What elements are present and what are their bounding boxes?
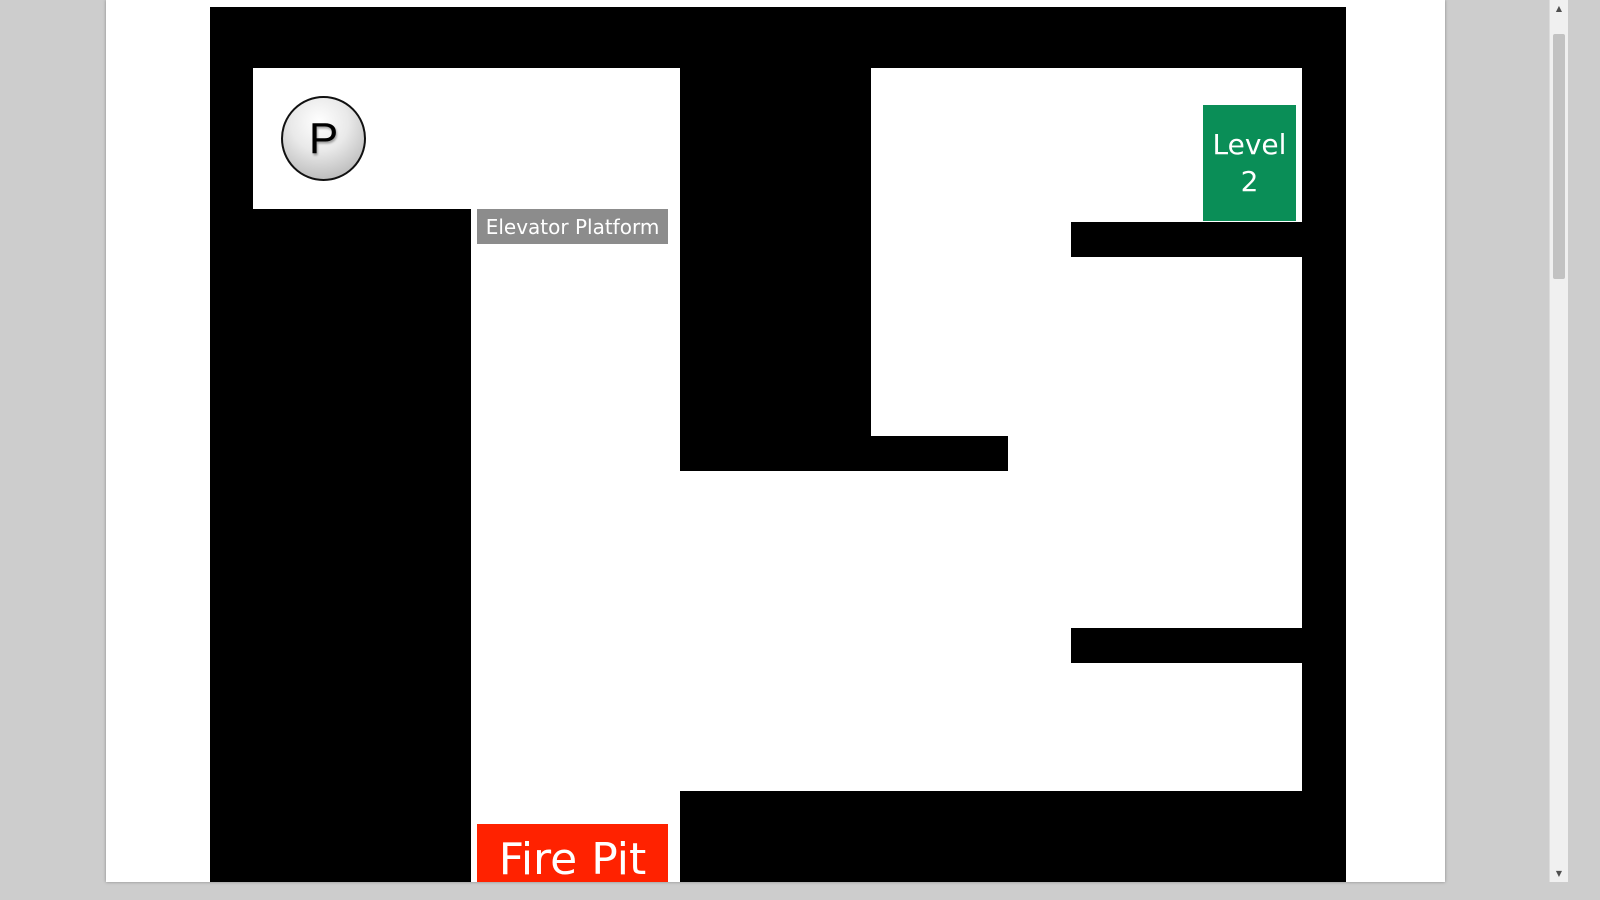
level-2-goal[interactable]: Level 2 <box>1203 105 1296 221</box>
scroll-up-arrow-icon[interactable]: ▲ <box>1550 0 1568 17</box>
fire-pit-hazard: Fire Pit <box>477 824 668 882</box>
level-goal-label-line2: 2 <box>1240 165 1259 198</box>
scroll-down-arrow-icon[interactable]: ▼ <box>1550 865 1568 882</box>
maze-ledge-upper <box>871 436 1008 471</box>
vertical-scrollbar[interactable]: ▲ ▼ <box>1549 0 1568 882</box>
level-goal-label-line1: Level <box>1212 128 1287 161</box>
elevator-platform-label: Elevator Platform <box>485 214 660 239</box>
scrollbar-thumb[interactable] <box>1553 34 1565 279</box>
maze-floor-elevator-shaft <box>471 209 680 882</box>
maze-ledge-right-top <box>1071 222 1302 257</box>
elevator-platform: Elevator Platform <box>477 209 668 244</box>
player-token[interactable]: P <box>281 96 366 181</box>
fire-pit-label: Fire Pit <box>498 834 647 882</box>
maze-ledge-right-bottom <box>1071 628 1302 663</box>
